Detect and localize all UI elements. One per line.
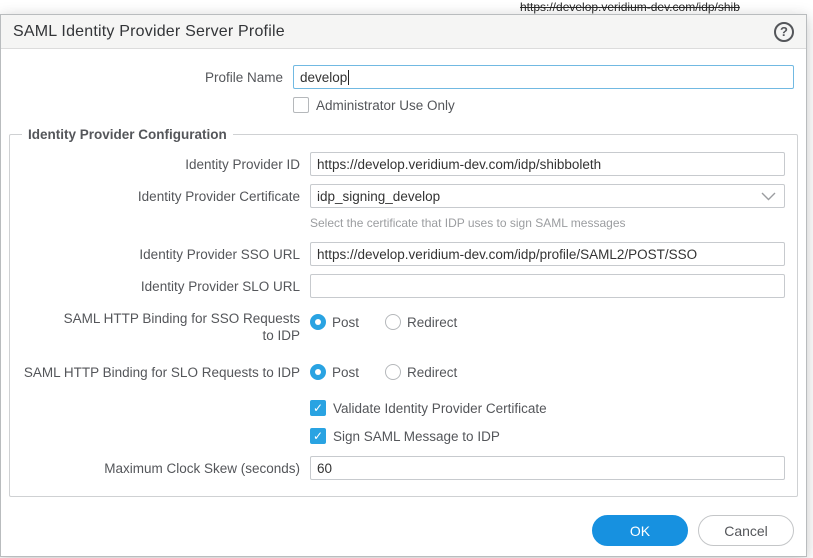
sso-binding-redirect-radio[interactable]: Redirect (385, 314, 457, 330)
cancel-button[interactable]: Cancel (698, 515, 794, 546)
identity-provider-slo-url-input[interactable] (310, 274, 785, 298)
radio-selected-icon[interactable] (310, 314, 326, 330)
administrator-use-only-label: Administrator Use Only (316, 98, 455, 113)
slo-binding-post-label: Post (332, 365, 359, 380)
checkbox-unchecked-icon[interactable] (293, 97, 309, 113)
sso-binding-post-label: Post (332, 315, 359, 330)
certificate-helper-text: Select the certificate that IDP uses to … (310, 216, 785, 230)
identity-provider-configuration-legend: Identity Provider Configuration (22, 127, 233, 142)
slo-binding-redirect-radio[interactable]: Redirect (385, 364, 457, 380)
sign-saml-message-label: Sign SAML Message to IDP (333, 429, 500, 444)
radio-unselected-icon[interactable] (385, 364, 401, 380)
ok-button[interactable]: OK (592, 515, 688, 546)
checkbox-checked-icon[interactable]: ✓ (310, 400, 326, 416)
sso-binding-redirect-label: Redirect (407, 315, 457, 330)
maximum-clock-skew-input[interactable] (310, 456, 785, 480)
identity-provider-certificate-value: idp_signing_develop (317, 189, 440, 204)
dialog-body: Profile Name develop Administrator Use O… (1, 49, 806, 497)
identity-provider-certificate-select[interactable]: idp_signing_develop (310, 184, 785, 208)
radio-unselected-icon[interactable] (385, 314, 401, 330)
slo-binding-radio-group: Post Redirect (310, 360, 785, 384)
identity-provider-id-input[interactable] (310, 152, 785, 176)
maximum-clock-skew-label: Maximum Clock Skew (seconds) (18, 460, 310, 477)
administrator-use-only-checkbox[interactable]: Administrator Use Only (293, 97, 794, 113)
radio-selected-icon[interactable] (310, 364, 326, 380)
identity-provider-certificate-label: Identity Provider Certificate (18, 188, 310, 205)
chevron-down-icon (761, 192, 776, 201)
dialog-footer: OK Cancel (592, 515, 794, 546)
slo-binding-label: SAML HTTP Binding for SLO Requests to ID… (18, 364, 310, 381)
sign-saml-message-checkbox[interactable]: ✓ Sign SAML Message to IDP (310, 428, 785, 444)
identity-provider-configuration-group: Identity Provider Configuration Identity… (9, 127, 798, 497)
validate-idp-certificate-checkbox[interactable]: ✓ Validate Identity Provider Certificate (310, 400, 785, 416)
help-icon[interactable]: ? (774, 22, 794, 42)
sso-binding-label: SAML HTTP Binding for SSO Requests to ID… (18, 310, 310, 344)
profile-name-input[interactable]: develop (293, 65, 794, 89)
saml-idp-server-profile-dialog: SAML Identity Provider Server Profile ? … (0, 14, 807, 557)
slo-binding-redirect-label: Redirect (407, 365, 457, 380)
slo-binding-post-radio[interactable]: Post (310, 364, 359, 380)
dialog-header: SAML Identity Provider Server Profile ? (1, 15, 806, 49)
sso-binding-post-radio[interactable]: Post (310, 314, 359, 330)
checkbox-checked-icon[interactable]: ✓ (310, 428, 326, 444)
profile-name-value: develop (300, 70, 347, 85)
identity-provider-id-label: Identity Provider ID (18, 156, 310, 173)
background-page-url: https://develop.veridium-dev.com/idp/shi… (520, 0, 740, 14)
identity-provider-sso-url-label: Identity Provider SSO URL (18, 246, 310, 263)
dialog-title: SAML Identity Provider Server Profile (13, 23, 285, 41)
text-caret (348, 70, 349, 85)
sso-binding-radio-group: Post Redirect (310, 310, 785, 334)
identity-provider-slo-url-label: Identity Provider SLO URL (18, 278, 310, 295)
identity-provider-sso-url-input[interactable] (310, 242, 785, 266)
profile-name-label: Profile Name (1, 69, 293, 86)
validate-idp-certificate-label: Validate Identity Provider Certificate (333, 401, 547, 416)
